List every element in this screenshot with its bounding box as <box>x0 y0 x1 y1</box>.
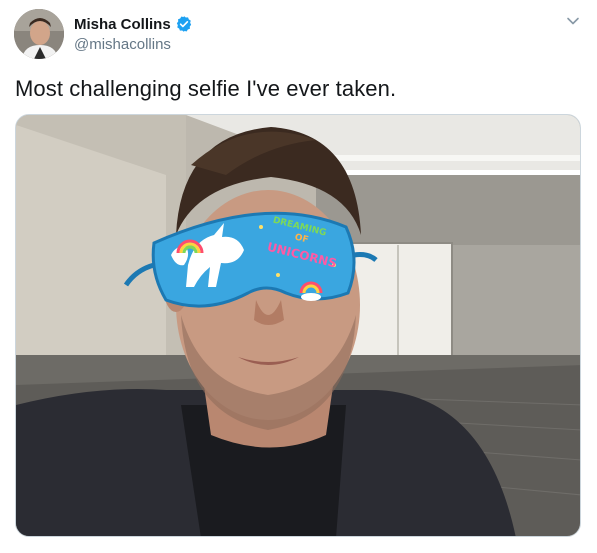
user-avatar-icon <box>14 9 64 59</box>
avatar[interactable] <box>14 9 64 59</box>
chevron-down-icon[interactable] <box>565 13 581 29</box>
author-names: Misha Collins @mishacollins <box>74 13 193 53</box>
tweet-photo[interactable]: DREAMING OF UNICORNS <box>15 114 581 537</box>
display-name[interactable]: Misha Collins <box>74 16 171 33</box>
display-name-row: Misha Collins <box>74 13 193 35</box>
handle[interactable]: @mishacollins <box>74 36 193 53</box>
photo-icon: DREAMING OF UNICORNS <box>16 115 580 536</box>
tweet-card: Misha Collins @mishacollins Most challen… <box>0 0 597 553</box>
tweet-text: Most challenging selfie I've ever taken. <box>15 76 397 101</box>
verified-badge-icon <box>175 15 193 33</box>
